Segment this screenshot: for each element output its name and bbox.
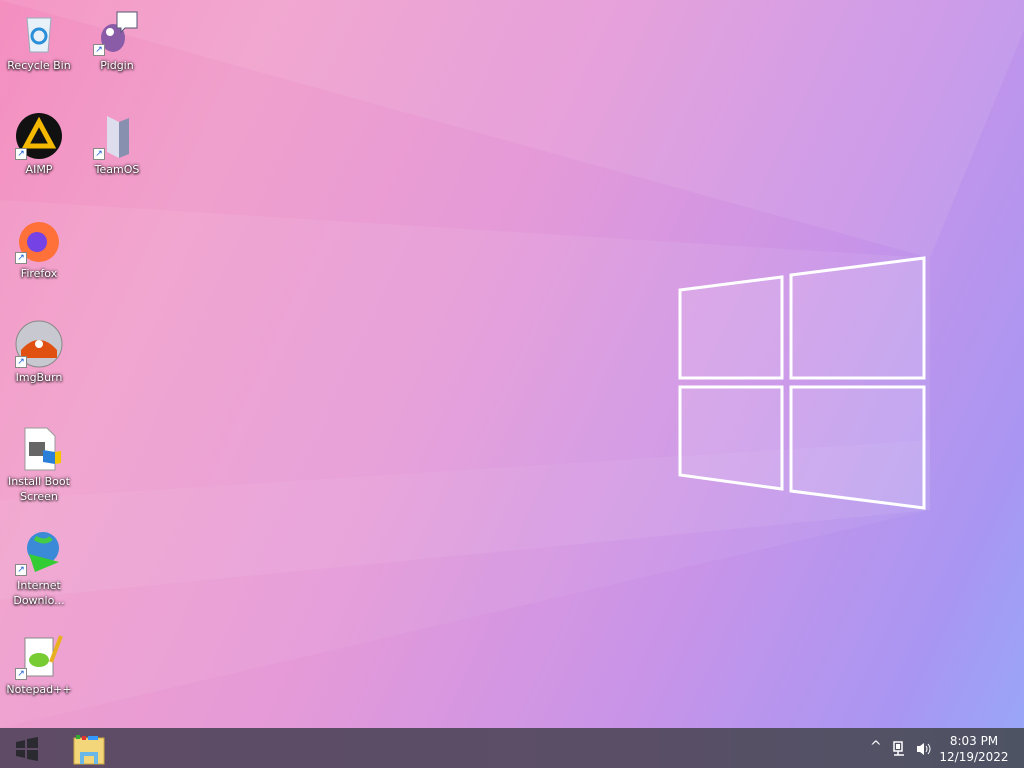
icon-label: Internet Downlo... <box>13 579 65 607</box>
recycle-bin-icon <box>15 8 63 56</box>
icon-label: Recycle Bin <box>7 59 71 72</box>
desktop[interactable]: Recycle Bin ↗ Pidgin ↗ AIMP ↗ TeamOS ↗ F… <box>0 0 1024 728</box>
desktop-icon-firefox[interactable]: ↗ Firefox <box>1 212 77 281</box>
icon-label: TeamOS <box>94 163 140 176</box>
shortcut-arrow-icon: ↗ <box>15 356 27 368</box>
clock-time: 8:03 PM <box>949 734 999 748</box>
imgburn-icon: ↗ <box>15 320 63 368</box>
taskbar: ^ 8:03 PM 12/19/2022 <box>0 728 1024 768</box>
internet-download-manager-icon: ↗ <box>15 528 63 576</box>
notepadpp-icon: ↗ <box>15 632 63 680</box>
clock[interactable]: 8:03 PM 12/19/2022 <box>938 733 1010 765</box>
shortcut-arrow-icon: ↗ <box>15 148 27 160</box>
desktop-icon-recycle-bin[interactable]: Recycle Bin <box>1 4 77 73</box>
windows-start-icon <box>16 737 38 761</box>
desktop-icon-notepadpp[interactable]: ↗ Notepad++ <box>1 628 77 697</box>
desktop-icon-imgburn[interactable]: ↗ ImgBurn <box>1 316 77 385</box>
start-button[interactable] <box>12 736 42 762</box>
teamos-icon: ↗ <box>93 112 141 160</box>
shortcut-arrow-icon: ↗ <box>15 564 27 576</box>
desktop-icon-pidgin[interactable]: ↗ Pidgin <box>79 4 155 73</box>
icon-label: Pidgin <box>100 59 134 72</box>
shortcut-arrow-icon: ↗ <box>93 148 105 160</box>
shortcut-arrow-icon: ↗ <box>15 252 27 264</box>
desktop-icon-install-boot-screen[interactable]: Install Boot Screen <box>1 420 77 504</box>
network-icon[interactable] <box>892 741 906 757</box>
show-hidden-icons-button[interactable]: ^ <box>870 739 882 755</box>
firefox-icon: ↗ <box>15 216 63 264</box>
install-boot-screen-icon <box>15 424 63 472</box>
shortcut-arrow-icon: ↗ <box>93 44 105 56</box>
shortcut-arrow-icon: ↗ <box>15 668 27 680</box>
icon-label: AIMP <box>25 163 53 176</box>
file-explorer-icon <box>73 735 105 765</box>
icon-label: Firefox <box>20 267 58 280</box>
desktop-icon-aimp[interactable]: ↗ AIMP <box>1 108 77 177</box>
aimp-icon: ↗ <box>15 112 63 160</box>
volume-icon[interactable] <box>915 741 931 757</box>
desktop-icon-internet-download-manager[interactable]: ↗ Internet Downlo... <box>1 524 77 608</box>
icon-label: Install Boot Screen <box>8 475 70 503</box>
icon-label: ImgBurn <box>15 371 63 384</box>
desktop-icon-teamos[interactable]: ↗ TeamOS <box>79 108 155 177</box>
file-explorer-button[interactable] <box>70 732 108 766</box>
pidgin-icon: ↗ <box>93 8 141 56</box>
icon-label: Notepad++ <box>6 683 72 696</box>
clock-date: 12/19/2022 <box>939 750 1009 764</box>
